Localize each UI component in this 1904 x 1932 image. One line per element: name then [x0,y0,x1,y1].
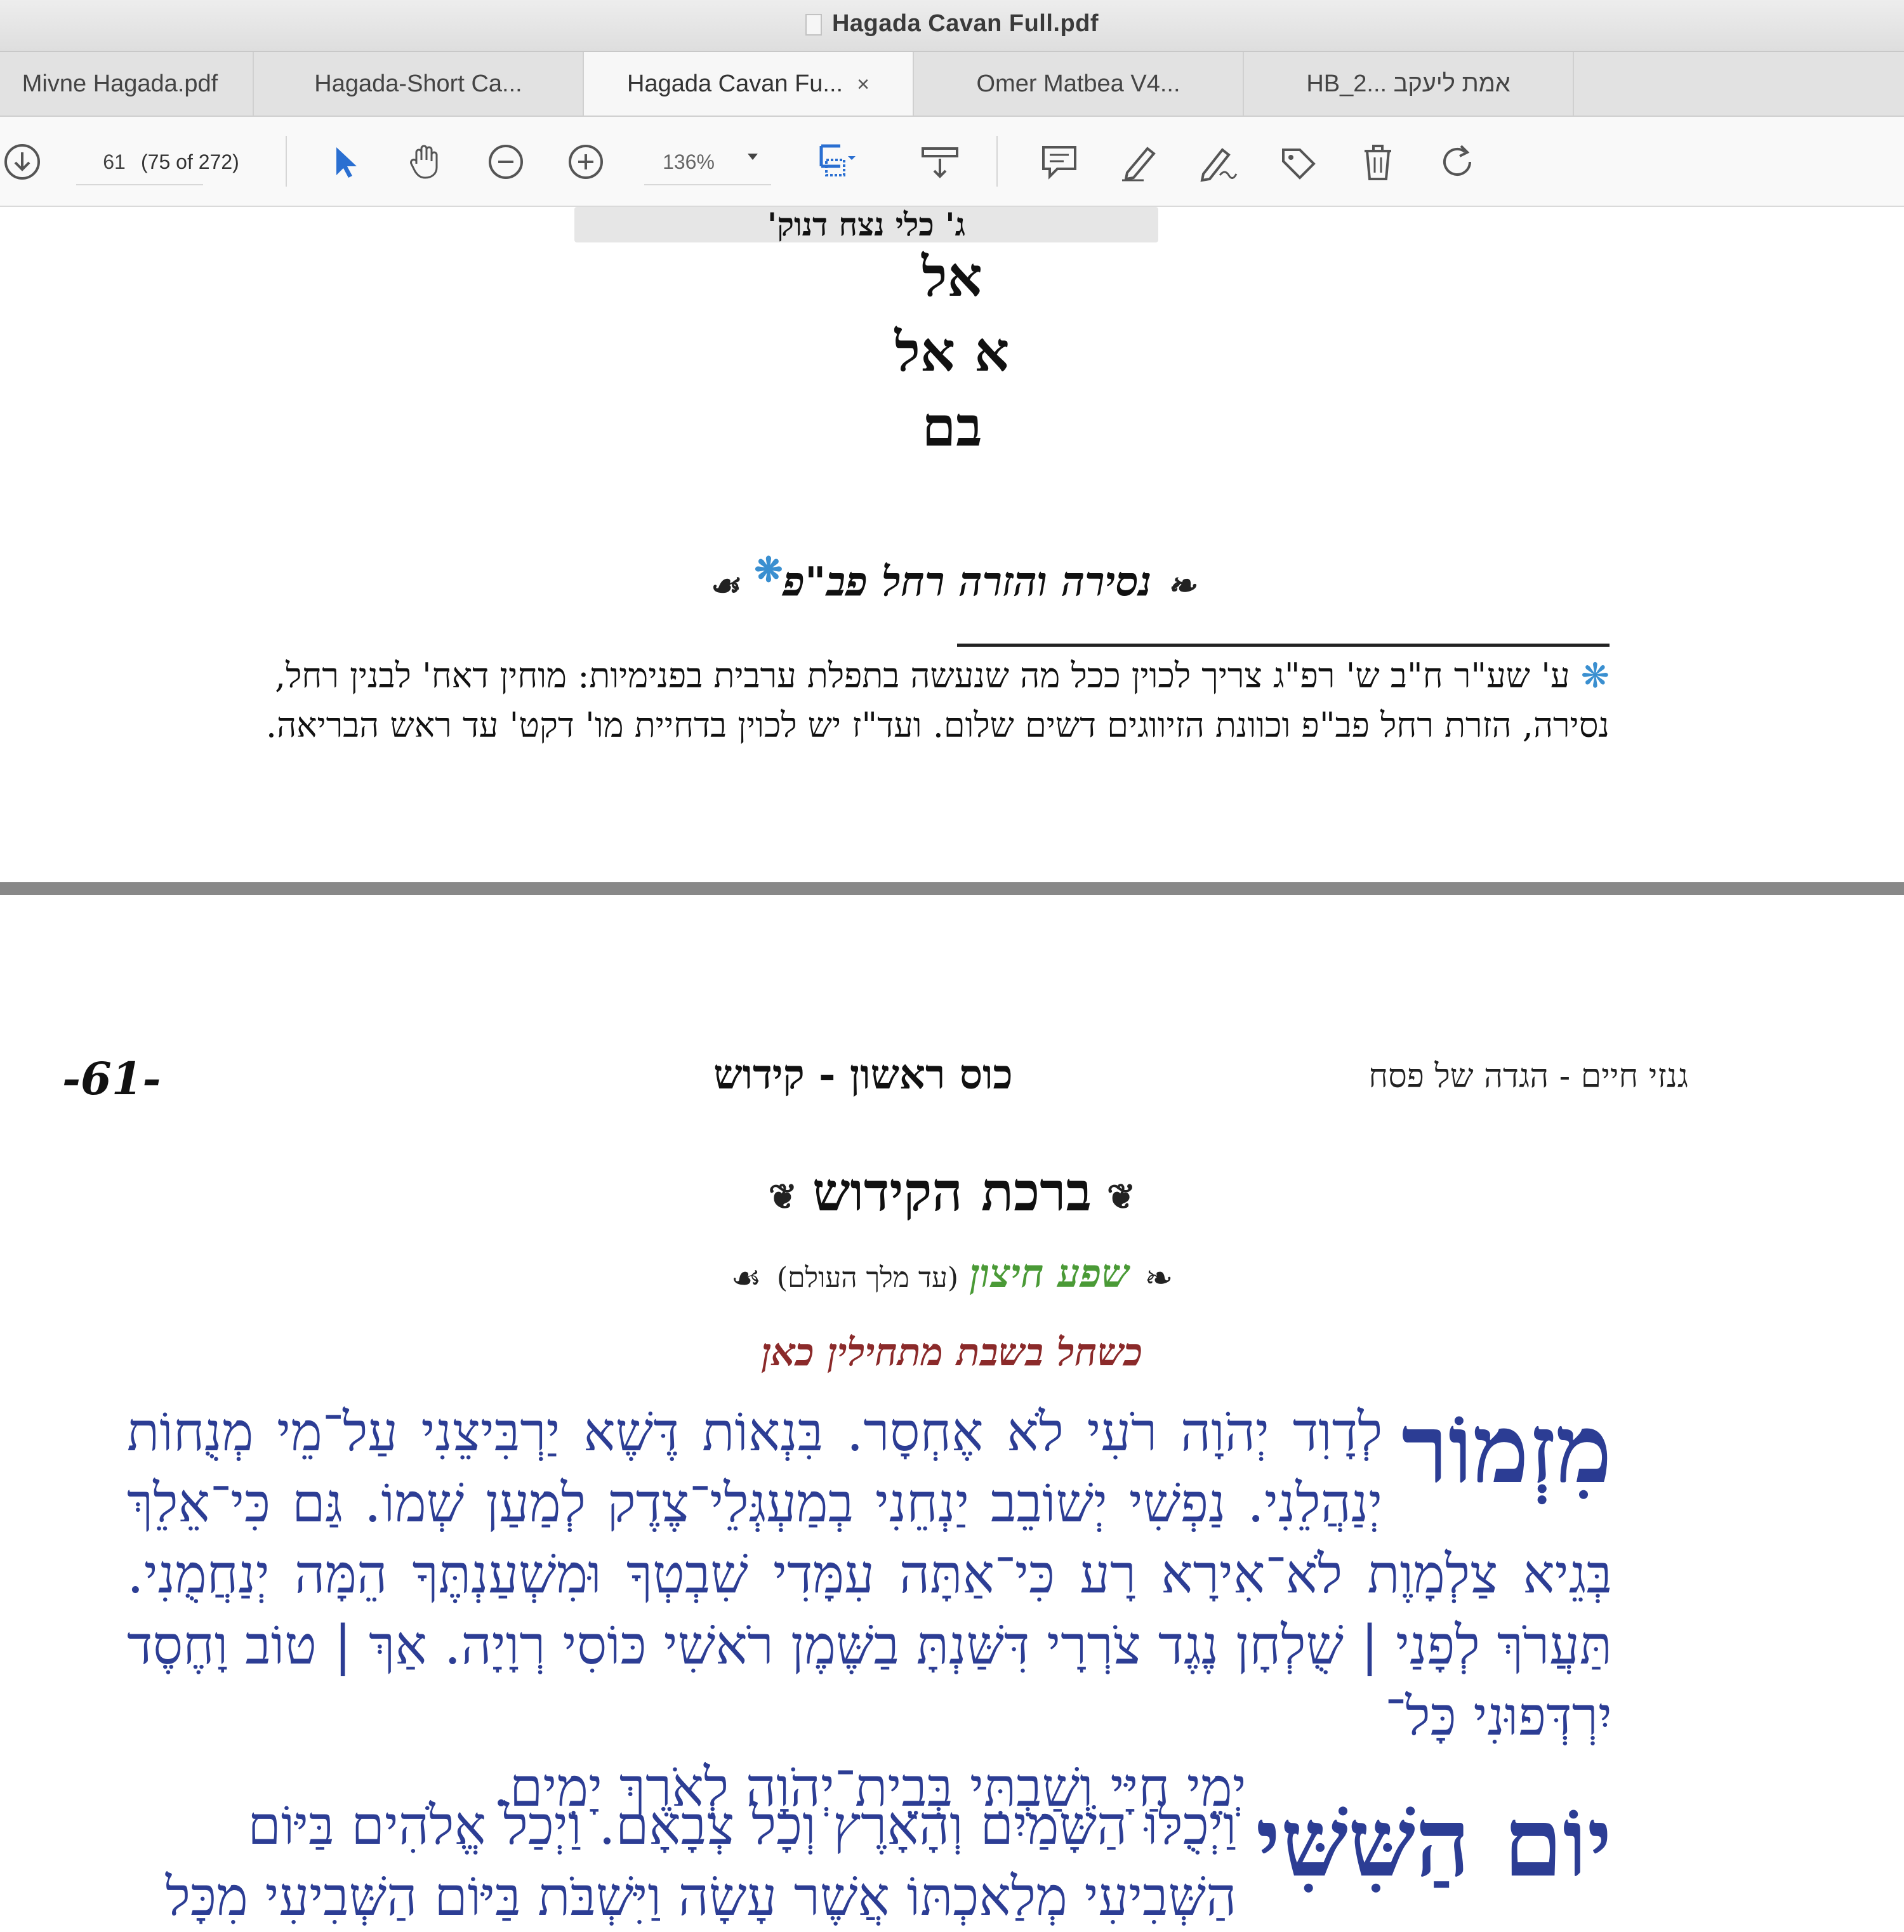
kiddush-title: ❦ ברכת הקידוש ❦ [0,1160,1904,1224]
vaychulu-line: הַשְּׁבִיעִי מְלַאכְתּוֹ אֲשֶׁר עָשָׂה ו… [165,1865,1237,1928]
chevron-down-icon[interactable] [748,154,758,160]
psalm-line: לְדָוִד יְהֹוָה רֹעִי לֹא אֶחְסָר. בִּנְ… [127,1401,1383,1463]
section-heading: ❧ נסירה והזרה רחל פב"פ❋ ☙ [0,550,1904,605]
rotate-icon[interactable] [1437,141,1479,183]
tab-label: Hagada-Short Ca... [314,70,522,97]
zoom-in-icon[interactable] [565,141,607,183]
subtitle-green: שפע חיצון [969,1250,1130,1297]
instruction-line: כשחל בשבת מתחילין כאן [761,1330,1143,1375]
subtitle-small: (עד מלך העולם) [776,1262,959,1294]
ornament-icon: ☙ [708,564,739,605]
scroll-mode-icon[interactable] [919,141,961,183]
tab-label: Mivne Hagada.pdf [22,70,218,97]
letter-line-1: אל [922,245,982,309]
highlight-pen-icon[interactable] [1118,141,1160,183]
ornament-icon: ❦ [1106,1176,1136,1217]
page-caption: ג' כלי נצח דנוק' [574,207,1158,242]
tab-hb2[interactable]: HB_2... אמת ליעקב [1244,52,1574,116]
vaychulu-paragraph: יוֹם הַשִּׁשִּׁי וַיְכֻלּוּ הַשָּׁמַיִם … [127,1790,1612,1932]
toolbar-separator [286,136,287,187]
page-number-value: 61 [103,150,126,173]
kiddush-subtitle: ❧ שפע חיצון (עד מלך העולם) ☙ [0,1250,1904,1298]
pdf-document-icon [805,13,822,36]
psalm-line: לְפָנַי | שֻׁלְחָן נֶגֶד צֹרְרָי דִּשַּׁ… [127,1614,1612,1747]
close-tab-icon[interactable]: × [857,53,869,116]
hand-tool-icon[interactable] [404,141,446,183]
tag-icon[interactable] [1277,141,1319,183]
letter-line-2: א אל [894,320,1010,384]
zoom-level-select[interactable]: 136% [644,140,771,185]
window-titlebar: Hagada Cavan Full.pdf [0,0,1904,52]
footnote-line-1: ע' שע"ר ח"ב ש' רפ"ג צריך לכוין ככל מה שנ… [274,656,1570,696]
ornament-icon: ❦ [768,1176,798,1217]
ornament-icon: ❧ [1144,1258,1173,1298]
toolbar-separator [996,136,998,187]
page-count: (75 of 272) [141,150,239,173]
tab-omer-matbea[interactable]: Omer Matbea V4... [914,52,1244,116]
kiddush-title-text: ברכת הקידוש [812,1160,1092,1223]
tab-bar: Mivne Hagada.pdf Hagada-Short Ca... Haga… [0,52,1904,117]
select-arrow-icon[interactable] [324,141,366,183]
section-heading-text: נסירה והזרה רחל פב"פ [783,558,1152,606]
zoom-out-icon[interactable] [485,141,527,183]
star-icon: ❋ [754,550,783,590]
page-number-label: -61- [62,1052,161,1105]
star-icon: ❋ [1580,656,1610,696]
yom-dropword: יוֹם הַשִּׁשִּׁי [1255,1787,1612,1898]
footnote-line-2: נסירה, הזרת רחל פב"פ וכוונת הזיווגים דשי… [265,705,1610,745]
fit-page-icon[interactable] [815,141,857,183]
window-title-text: Hagada Cavan Full.pdf [831,10,1099,37]
running-head-right: גנזי חיים - הגדה של פסח [1368,1057,1688,1095]
page-divider [0,882,1904,895]
sign-icon[interactable] [1197,141,1239,183]
running-head-center: כוס ראשון - קידוש [713,1051,1013,1099]
trash-icon[interactable] [1357,141,1399,183]
window-title: Hagada Cavan Full.pdf [0,10,1904,37]
pdf-toolbar: 61 (75 of 272) 136% [0,117,1904,207]
tab-label: HB_2... אמת ליעקב [1306,70,1511,97]
ornament-icon: ☙ [731,1258,762,1298]
footnote-text: ❋ ע' שע"ר ח"ב ש' רפ"ג צריך לכוין ככל מה … [127,651,1610,750]
tab-hagada-short[interactable]: Hagada-Short Ca... [254,52,584,116]
pdf-page-upper: ג' כלי נצח דנוק' אל א אל בם ❧ נסירה והזרה… [0,207,1904,882]
pdf-page-lower: -61- כוס ראשון - קידוש גנזי חיים - הגדה … [0,895,1904,1928]
download-icon[interactable] [1,141,43,183]
letter-line-3: בם [922,395,982,459]
psalm-paragraph: מִזְמוֹר לְדָוִד יְהֹוָה רֹעִי לֹא אֶחְס… [127,1396,1612,1823]
comment-icon[interactable] [1038,141,1080,183]
tab-hagada-cavan-full[interactable]: Hagada Cavan Fu... × [584,52,914,116]
tab-label: Hagada Cavan Fu... [627,70,843,97]
ornament-icon: ❧ [1167,564,1196,605]
psalm-line: יְנַהֲלֵנִי. נַפְשִׁי יְשׁוֹבֵב יַנְחֵנִ… [127,1472,1383,1534]
psalm-dropword: מִזְמוֹר [1401,1393,1612,1505]
tab-label: Omer Matbea V4... [976,70,1180,97]
vaychulu-line: וַיְכֻלּוּ הַשָּׁמַיִם וְהָאָרֶץ וְכָל צ… [248,1794,1237,1856]
divider-line [957,644,1610,647]
tab-mivne-hagada[interactable]: Mivne Hagada.pdf [0,52,254,116]
zoom-value: 136% [663,150,715,173]
